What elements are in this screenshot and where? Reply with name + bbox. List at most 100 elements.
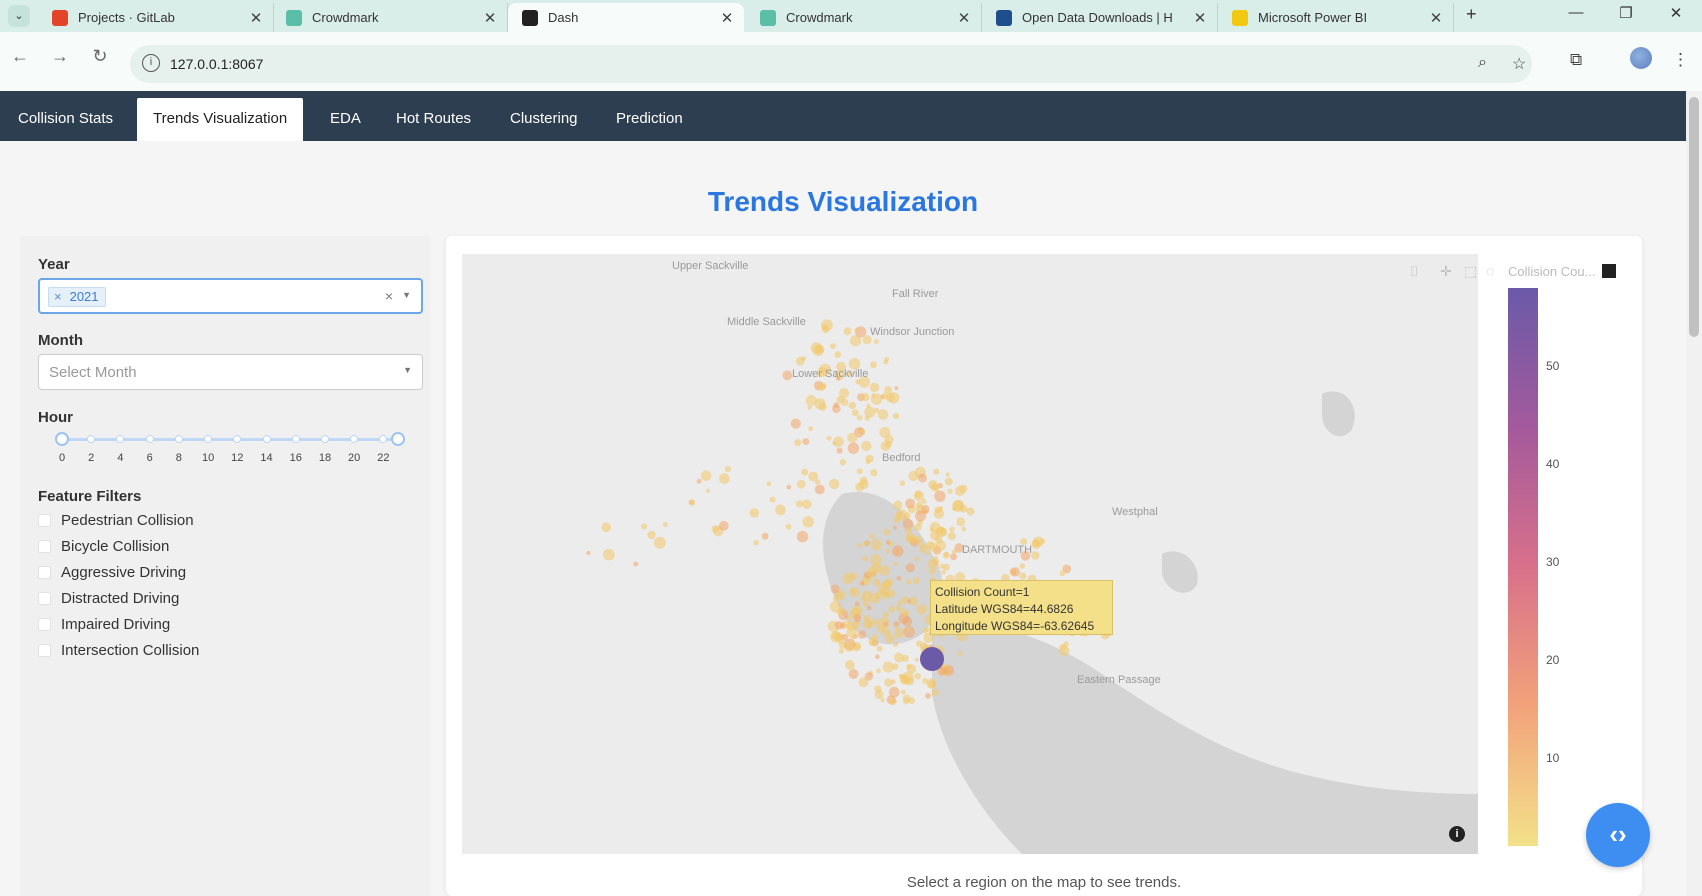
collision-point[interactable]: [933, 468, 940, 475]
camera-icon[interactable]: ⌷: [1410, 263, 1418, 280]
tab-close-icon[interactable]: ✕: [1189, 9, 1211, 27]
collision-point[interactable]: [633, 561, 639, 567]
collision-point[interactable]: [843, 327, 852, 336]
collision-point[interactable]: [906, 534, 916, 544]
collision-point[interactable]: [881, 392, 889, 400]
collision-point[interactable]: [817, 383, 826, 392]
collision-point[interactable]: [914, 657, 920, 662]
collision-point[interactable]: [879, 565, 890, 576]
collision-point[interactable]: [880, 698, 885, 703]
collision-point[interactable]: [786, 484, 792, 490]
collision-point[interactable]: [647, 530, 656, 540]
feature-checkbox-row[interactable]: Aggressive Driving: [38, 562, 186, 582]
collision-point[interactable]: [906, 626, 911, 632]
site-info-icon[interactable]: i: [142, 54, 160, 72]
collision-point[interactable]: [885, 633, 895, 644]
collision-point[interactable]: [893, 500, 903, 510]
collision-point[interactable]: [877, 409, 889, 420]
address-bar[interactable]: i 127.0.0.1:8067 ⌕ ☆: [130, 45, 1532, 83]
collision-point[interactable]: [802, 516, 814, 528]
collision-point[interactable]: [869, 593, 880, 604]
collision-point[interactable]: [931, 688, 940, 697]
collision-point[interactable]: [897, 607, 903, 613]
collision-point[interactable]: [849, 587, 860, 598]
collision-point[interactable]: [1059, 570, 1066, 577]
collision-point[interactable]: [696, 478, 702, 484]
nav-tab[interactable]: Hot Routes: [380, 98, 487, 141]
collision-point[interactable]: [893, 525, 898, 530]
window-close-icon[interactable]: ✕: [1656, 4, 1696, 22]
collision-point[interactable]: [790, 418, 801, 429]
collision-point[interactable]: [832, 631, 842, 641]
feature-checkbox[interactable]: [38, 591, 51, 605]
collision-point[interactable]: [915, 510, 927, 522]
collision-point[interactable]: [749, 508, 760, 518]
collision-point[interactable]: [718, 520, 729, 531]
feature-checkbox-row[interactable]: Distracted Driving: [38, 588, 179, 608]
collision-point[interactable]: [689, 499, 696, 506]
collision-point[interactable]: [860, 429, 866, 435]
collision-point[interactable]: [949, 526, 955, 532]
code-toggle-button[interactable]: ‹›: [1586, 803, 1650, 867]
collision-point[interactable]: [906, 663, 912, 670]
collision-point[interactable]: [902, 616, 913, 627]
tab-close-icon[interactable]: ✕: [1425, 9, 1447, 27]
collision-point[interactable]: [854, 327, 859, 333]
collision-point[interactable]: [913, 491, 925, 502]
collision-point[interactable]: [896, 575, 902, 581]
chevron-down-icon[interactable]: ▼: [403, 365, 412, 375]
collision-point[interactable]: [893, 620, 900, 627]
minimize-icon[interactable]: —: [1556, 4, 1596, 21]
feature-checkbox[interactable]: [38, 565, 51, 579]
page-scrollbar[interactable]: [1686, 91, 1702, 896]
collision-point[interactable]: [933, 555, 939, 561]
collision-point[interactable]: [870, 361, 877, 369]
collision-point[interactable]: [586, 550, 591, 556]
collision-point[interactable]: [914, 557, 919, 562]
collision-point[interactable]: [947, 488, 953, 494]
collision-point[interactable]: [815, 344, 825, 354]
collision-point[interactable]: [796, 479, 806, 489]
collision-point[interactable]: [934, 490, 946, 502]
collision-point[interactable]: [814, 484, 825, 495]
collision-point[interactable]: [914, 672, 921, 680]
browser-menu-icon[interactable]: ⋮: [1672, 50, 1689, 70]
collision-point[interactable]: [829, 478, 840, 490]
collision-point[interactable]: [941, 569, 946, 575]
collision-point[interactable]: [944, 477, 953, 486]
collision-point[interactable]: [916, 640, 923, 647]
feature-checkbox-row[interactable]: Intersection Collision: [38, 640, 199, 660]
collision-point[interactable]: [899, 480, 906, 486]
collision-point[interactable]: [943, 665, 955, 676]
collision-point[interactable]: [1019, 563, 1026, 569]
collision-point[interactable]: [880, 588, 885, 593]
map-attribution-icon[interactable]: i: [1449, 826, 1465, 842]
collision-point[interactable]: [893, 561, 898, 566]
collision-point[interactable]: [869, 533, 875, 539]
collision-point[interactable]: [832, 596, 838, 602]
feature-checkbox[interactable]: [38, 539, 51, 553]
collision-point[interactable]: [826, 435, 832, 441]
collision-point[interactable]: [838, 388, 850, 399]
collision-point[interactable]: [961, 526, 967, 532]
collision-point[interactable]: [850, 335, 862, 347]
collision-point[interactable]: [883, 528, 891, 536]
collision-point[interactable]: [875, 654, 880, 659]
slider-handle-min[interactable]: [55, 432, 69, 446]
collision-point[interactable]: [929, 521, 941, 533]
browser-tab[interactable]: Crowdmark ✕: [746, 3, 982, 32]
collision-point[interactable]: [834, 351, 842, 358]
collision-point[interactable]: [944, 552, 949, 557]
reload-icon[interactable]: ↻: [86, 46, 114, 67]
collision-point[interactable]: [808, 426, 814, 432]
collision-point[interactable]: [865, 459, 871, 465]
collision-point[interactable]: [1031, 539, 1040, 548]
collision-point[interactable]: [833, 402, 839, 408]
collision-point[interactable]: [1058, 645, 1070, 657]
collision-point[interactable]: [919, 543, 925, 549]
collision-point[interactable]: [914, 523, 922, 531]
collision-point[interactable]: [822, 324, 827, 330]
collision-point[interactable]: [905, 498, 915, 509]
browser-tab[interactable]: Microsoft Power BI ✕: [1218, 3, 1454, 32]
collision-point[interactable]: [935, 540, 947, 551]
